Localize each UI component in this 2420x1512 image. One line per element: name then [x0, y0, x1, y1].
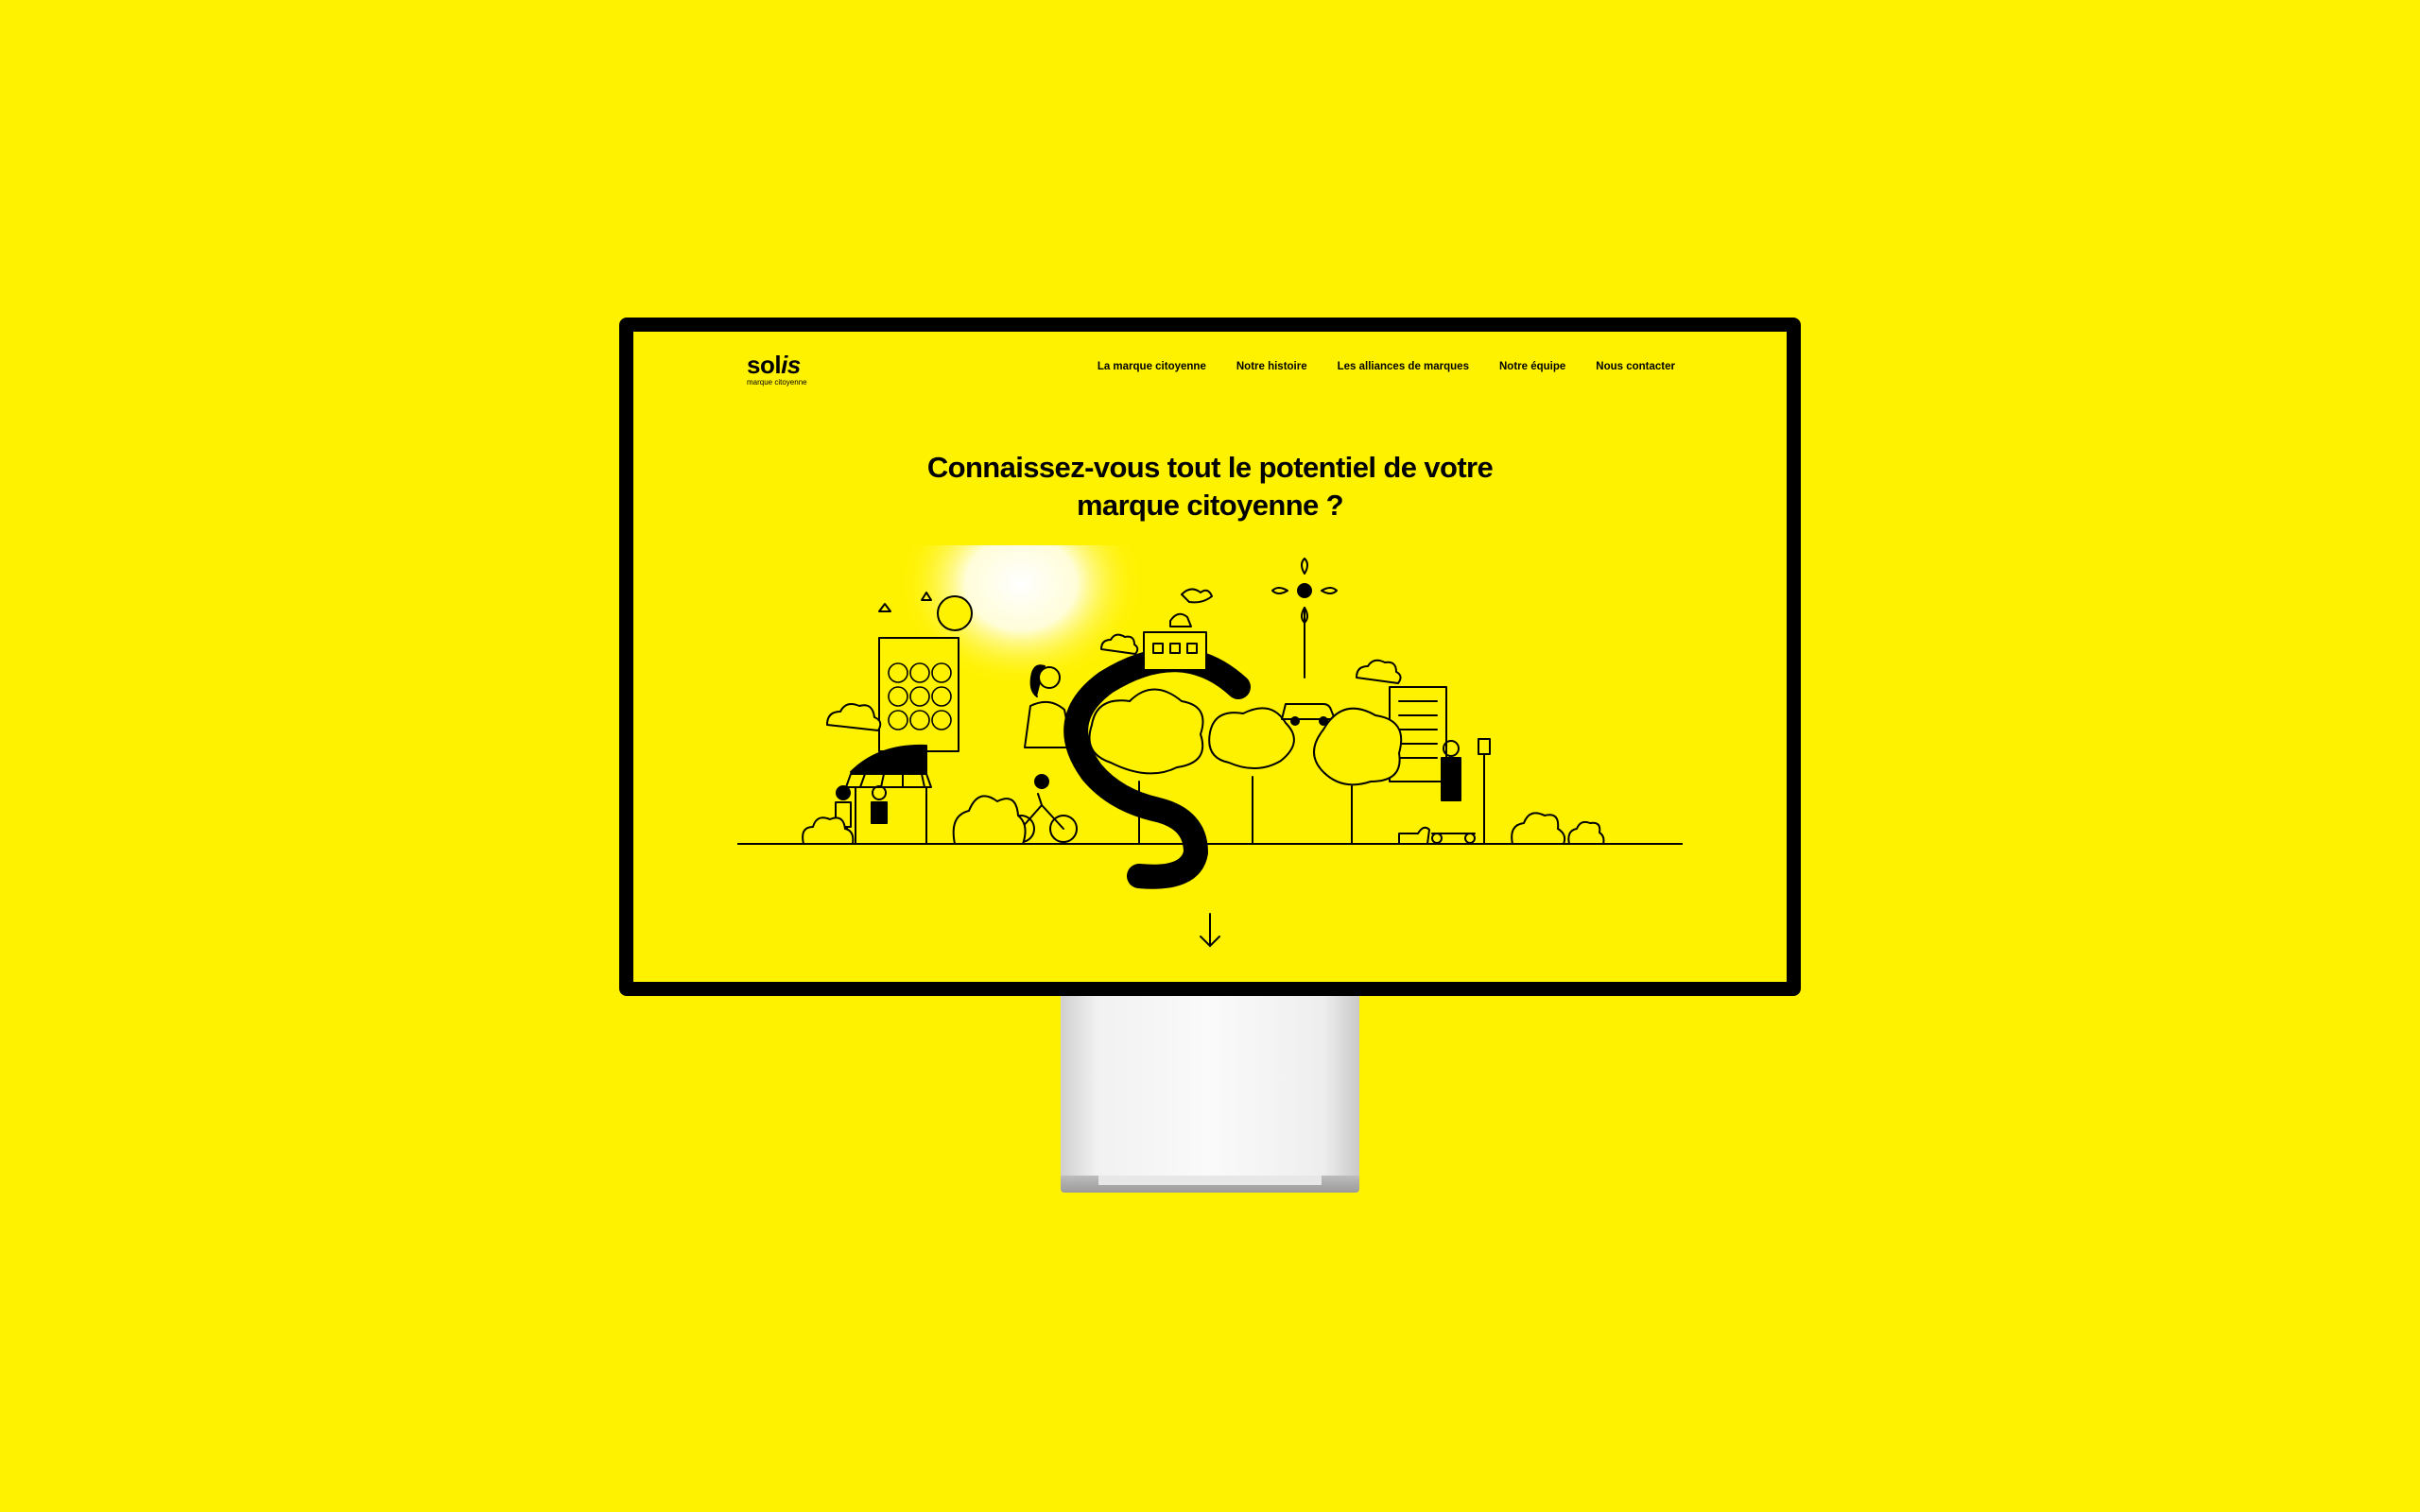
bee-left	[878, 603, 891, 612]
hero-title-line-1: Connaissez-vous tout le potentiel de vot…	[926, 451, 1494, 484]
bushes-right	[1511, 812, 1605, 845]
scene: solis marque citoyenne La marque citoyen…	[0, 0, 2420, 1512]
logo-word-start: sol	[747, 351, 782, 379]
logo-tagline: marque citoyenne	[747, 378, 807, 387]
main-nav: La marque citoyenne Notre histoire Les a…	[1098, 361, 1675, 372]
monitor: solis marque citoyenne La marque citoyen…	[619, 318, 1801, 996]
left-building	[878, 637, 959, 752]
market-stall	[845, 744, 932, 845]
logo-word-end: is	[781, 351, 801, 379]
monitor-stand	[1061, 996, 1359, 1176]
city-illustration	[737, 545, 1683, 889]
dog	[1398, 826, 1430, 845]
bird	[1181, 588, 1213, 604]
sun-circle	[937, 595, 973, 631]
monitor-stand-foot	[1061, 1176, 1359, 1193]
tree-cluster-right	[1313, 707, 1403, 845]
logo-wordmark: solis	[747, 352, 807, 377]
flower-right	[1271, 558, 1338, 679]
central-building	[1143, 612, 1207, 671]
cloud-left	[826, 703, 882, 731]
stand-foot-gap	[1098, 1176, 1322, 1185]
nav-item-marque-citoyenne[interactable]: La marque citoyenne	[1098, 361, 1206, 372]
nav-item-equipe[interactable]: Notre équipe	[1499, 361, 1565, 372]
screen: solis marque citoyenne La marque citoyen…	[633, 332, 1787, 982]
hero-title: Connaissez-vous tout le potentiel de vot…	[879, 449, 1541, 524]
nav-item-contact[interactable]: Nous contacter	[1596, 361, 1675, 372]
person-stall	[871, 785, 888, 824]
nav-item-alliances[interactable]: Les alliances de marques	[1338, 361, 1469, 372]
car	[1281, 703, 1336, 726]
hero-title-line-2: marque citoyenne ?	[1076, 489, 1344, 522]
site-header: solis marque citoyenne La marque citoyen…	[633, 332, 1787, 398]
cloud-right	[1356, 659, 1402, 684]
nav-item-notre-histoire[interactable]: Notre histoire	[1236, 361, 1307, 372]
arrow-down-icon[interactable]	[1193, 910, 1227, 952]
site-logo[interactable]: solis marque citoyenne	[747, 352, 807, 387]
street-lamp	[1478, 738, 1491, 845]
